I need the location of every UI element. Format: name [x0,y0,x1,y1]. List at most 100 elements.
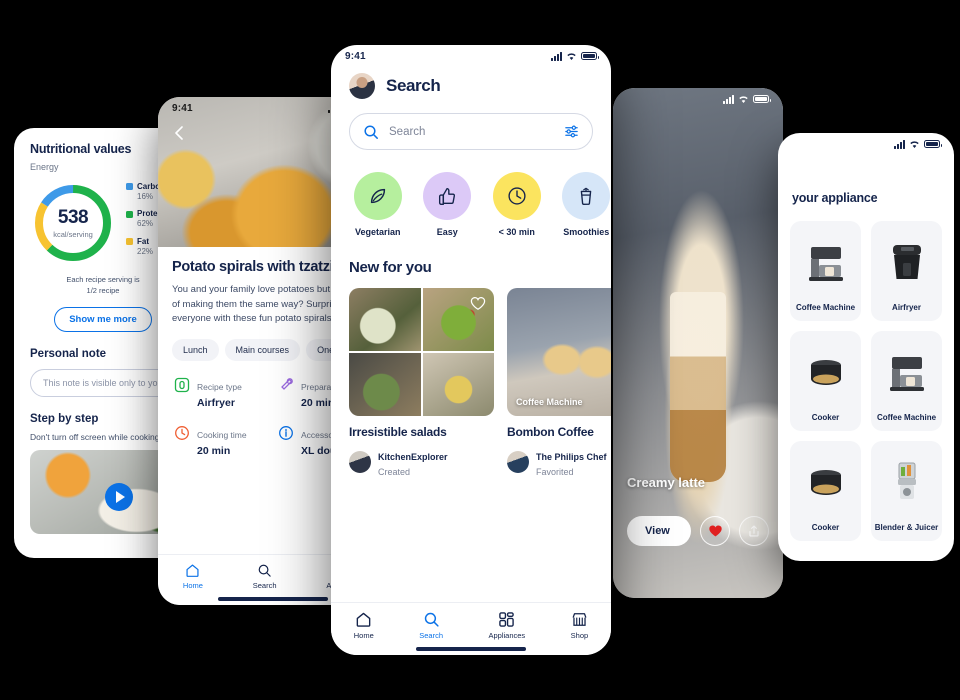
card-title: Irresistible salads [349,425,447,439]
status-icons [894,139,942,149]
appliance-label: Blender & Juicer [874,523,939,532]
wifi-icon [567,52,576,60]
favorite-button[interactable] [700,516,730,546]
recipe-card[interactable]: Coffee Machine Bombon Coffee The Philips… [507,288,611,477]
blender-icon [871,441,942,523]
avatar [507,451,529,473]
category-label: Smoothies [563,227,610,237]
appliance-label: Airfryer [892,303,921,312]
card-author: The Philips Chef Favorited [507,447,611,477]
personal-note-title: Personal note [30,347,107,360]
author-status: Created [378,467,411,477]
home-icon [186,564,199,577]
signal-icon [894,139,905,149]
appliances-icon [499,612,515,627]
appliance-heading: your appliance [792,191,878,205]
tab-appliances[interactable]: Appliances [488,611,525,640]
serving-footnote: Each recipe serving is 1/2 recipe [30,274,176,297]
airfryer-icon [174,378,190,393]
info-icon [279,426,293,441]
appliance-card[interactable]: Coffee Machine [790,221,861,321]
appliance-picker-panel: your appliance Coffee Machine Airfryer C… [778,133,954,561]
appliance-card[interactable]: Cooker [790,331,861,431]
category-chip-row: Vegetarian Easy < 30 min Smoothies [331,150,611,237]
search-input[interactable]: Search [349,113,593,150]
coffee-hero-panel: Creamy latte View [613,88,783,598]
tab-home[interactable]: Home [183,563,203,590]
coffee-action-row: View [613,516,783,546]
recipe-card[interactable]: Irresistible salads KitchenExplorer Crea… [349,288,494,477]
legend-swatch-protein [126,210,133,218]
whisk-icon [281,378,293,391]
card-image: Coffee Machine [507,288,611,416]
appliance-label: Cooker [811,413,840,422]
author-name: The Philips Chef [536,452,607,462]
coffee-machine-icon [790,221,861,303]
chevron-left-icon[interactable] [172,125,188,141]
search-icon [258,564,271,577]
status-bar: 9:41 [331,45,611,67]
sliders-filter-icon[interactable] [564,124,579,139]
appliance-card[interactable]: Blender & Juicer [871,441,942,541]
card-badge: Coffee Machine [516,397,583,407]
status-icons [551,51,599,61]
play-icon[interactable] [105,482,134,511]
wifi-icon [910,140,919,148]
category-under-30-min[interactable]: < 30 min [492,172,542,237]
recipe-meta-item: Cooking time 20 min [174,425,268,457]
appliance-label: Coffee Machine [795,303,856,312]
home-indicator [218,597,328,601]
status-bar [778,133,954,155]
home-indicator [416,647,526,651]
legend-swatch-fat [126,238,133,246]
legend-value: 22% [137,246,154,256]
tab-search[interactable]: Search [253,563,277,590]
share-button[interactable] [739,516,769,546]
heart-outline-icon[interactable] [470,296,486,311]
meta-label: Cooking time [197,430,247,441]
appliance-card[interactable]: Airfryer [871,221,942,321]
tab-label: Search [419,631,443,640]
category-label: < 30 min [498,227,535,237]
latte-glass [670,292,726,482]
smoothie-glass-icon [562,172,611,220]
show-me-more-button[interactable]: Show me more [54,306,152,332]
recipe-tag[interactable]: Lunch [172,339,219,362]
card-title: Bombon Coffee [507,425,594,439]
coffee-title: Creamy latte [627,475,706,490]
collage-photo [349,288,421,351]
nutrition-chart-row: 538 kcal/serving Carbohydrates 16% [30,180,192,266]
status-time: 9:41 [345,50,366,62]
view-button[interactable]: View [627,516,691,546]
appliance-label: Coffee Machine [876,413,937,422]
tab-label: Home [353,631,374,640]
battery-icon [753,95,771,103]
category-smoothies[interactable]: Smoothies [562,172,612,237]
legend-value: 62% [137,219,154,229]
heart-filled-icon [708,525,722,537]
tab-search[interactable]: Search [419,611,443,640]
tab-label: Appliances [488,631,526,640]
category-label: Vegetarian [354,227,401,237]
tab-shop[interactable]: Shop [571,611,588,640]
legend-label: Fat [137,236,149,246]
page-title: Search [386,76,441,95]
mockup-stage: Nutritional values Energy 538 kcal/servi… [0,0,960,700]
category-vegetarian[interactable]: Vegetarian [353,172,403,237]
category-easy[interactable]: Easy [423,172,473,237]
share-icon [749,525,759,537]
legend-value: 16% [137,191,154,201]
tab-home[interactable]: Home [354,611,374,640]
avatar[interactable] [349,73,375,99]
home-icon [356,612,371,627]
author-status: Favorited [536,467,574,477]
appliance-card[interactable]: Cooker [790,441,861,541]
appliance-card[interactable]: Coffee Machine [871,331,942,431]
footnote-line-1: Each recipe serving is [66,275,140,284]
recipe-tag[interactable]: Main courses [224,339,301,362]
wifi-icon [739,95,748,103]
coffee-machine-icon [871,331,942,413]
kcal-unit: kcal/serving [53,230,93,239]
meta-value: Airfryer [197,397,235,410]
recipe-card-list: Irresistible salads KitchenExplorer Crea… [331,276,611,477]
